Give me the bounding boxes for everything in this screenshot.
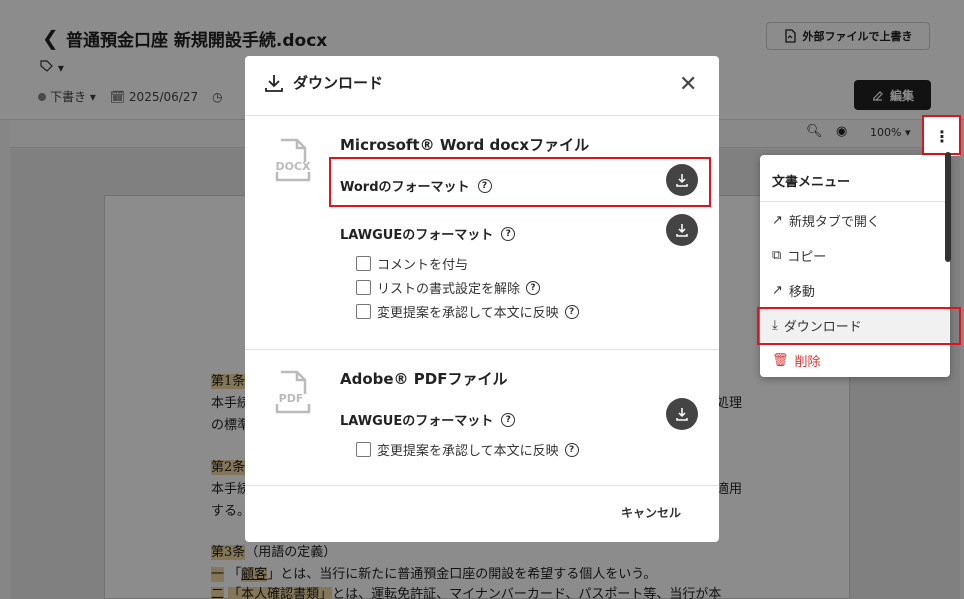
menu-item-delete[interactable]: 🗑︎ 削除 xyxy=(772,351,821,370)
pdf-lawgue-format-option: LAWGUEのフォーマット? xyxy=(340,410,516,429)
highlight-box-more-button xyxy=(922,115,961,155)
svg-text:PDF: PDF xyxy=(279,392,304,405)
arrow-up-right-icon: ↗ xyxy=(772,283,783,298)
menu-title: 文書メニュー xyxy=(772,175,851,190)
pdf-section-title: Adobe® PDFファイル xyxy=(340,370,508,388)
help-icon[interactable]: ? xyxy=(564,304,579,319)
checkbox[interactable] xyxy=(356,256,371,271)
menu-item-move[interactable]: ↗ 移動 xyxy=(772,281,815,300)
pdf-accept-suggestions-checkbox[interactable]: 変更提案を承認して本文に反映? xyxy=(356,440,579,459)
download-icon xyxy=(265,75,283,92)
help-icon[interactable]: ? xyxy=(501,412,516,427)
word-section: DOCX Microsoft® Word docxファイル Wordのフォーマッ… xyxy=(245,116,719,350)
help-icon[interactable]: ? xyxy=(501,226,516,241)
checkbox[interactable] xyxy=(356,442,371,457)
external-link-icon: ↗︎ xyxy=(772,213,783,228)
checkbox[interactable] xyxy=(356,304,371,319)
lawgue-format-option: LAWGUEのフォーマット? xyxy=(340,224,516,243)
accept-suggestions-checkbox[interactable]: 変更提案を承認して本文に反映? xyxy=(356,302,579,321)
add-comments-checkbox[interactable]: コメントを付与 xyxy=(356,254,468,273)
dialog-title: ダウンロード xyxy=(293,74,384,92)
svg-text:DOCX: DOCX xyxy=(275,160,311,173)
download-icon xyxy=(676,224,688,237)
menu-item-open-new-tab[interactable]: ↗︎ 新規タブで開く xyxy=(772,211,880,230)
checkbox[interactable] xyxy=(356,280,371,295)
clear-list-format-checkbox[interactable]: リストの書式設定を解除? xyxy=(356,278,541,297)
close-icon[interactable]: ✕ xyxy=(679,72,697,97)
menu-scrollbar[interactable] xyxy=(945,152,951,262)
pdf-section: PDF Adobe® PDFファイル LAWGUEのフォーマット? 変更提案を承… xyxy=(245,350,719,486)
app-window: ❮ 普通預金口座 新規開設手続.docx 外部ファイルで上書き ▾ 下書き ▾ … xyxy=(0,0,964,599)
pdf-file-icon: PDF xyxy=(275,370,311,414)
download-lawgue-format-button[interactable] xyxy=(666,214,698,246)
copy-icon: ⧉ xyxy=(772,248,782,263)
divider xyxy=(760,201,950,202)
help-icon[interactable]: ? xyxy=(526,280,541,295)
cancel-button[interactable]: キャンセル xyxy=(621,504,681,521)
download-icon xyxy=(676,408,688,421)
highlight-box-word-format xyxy=(329,157,711,207)
dialog-header: ダウンロード ✕ xyxy=(245,56,719,116)
highlight-box-download-item xyxy=(757,307,961,345)
download-pdf-button[interactable] xyxy=(666,398,698,430)
help-icon[interactable]: ? xyxy=(564,442,579,457)
menu-item-copy[interactable]: ⧉ コピー xyxy=(772,246,826,265)
word-section-title: Microsoft® Word docxファイル xyxy=(340,136,590,154)
trash-icon: 🗑︎ xyxy=(772,353,789,368)
docx-file-icon: DOCX xyxy=(275,138,311,182)
download-dialog: ダウンロード ✕ DOCX Microsoft® Word docxファイル W… xyxy=(245,56,719,542)
